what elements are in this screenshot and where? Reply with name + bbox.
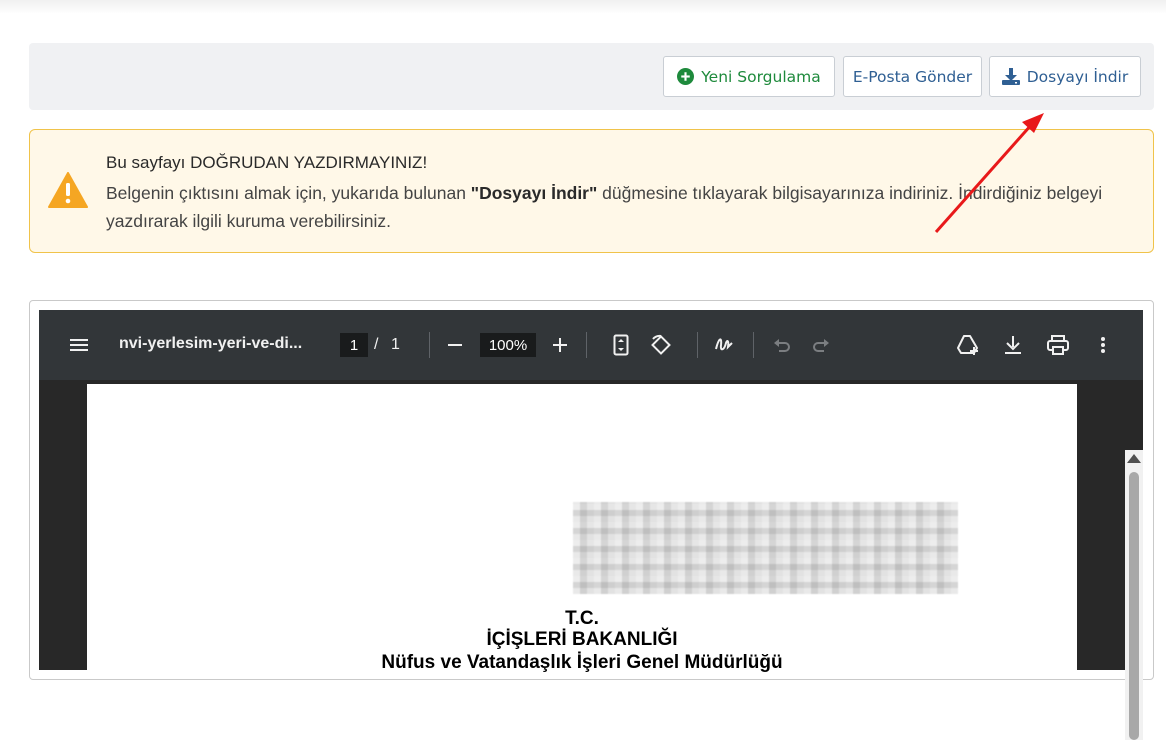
download-file-label: Dosyayı İndir <box>1026 67 1129 86</box>
new-query-label: Yeni Sorgulama <box>701 67 821 86</box>
toolbar-divider <box>429 332 430 358</box>
page-number-input[interactable]: 1 <box>340 333 368 357</box>
more-icon[interactable] <box>1093 334 1113 356</box>
zoom-in-icon[interactable] <box>549 335 571 355</box>
draw-icon[interactable] <box>713 334 737 356</box>
print-icon[interactable] <box>1046 334 1070 356</box>
plus-circle-icon <box>677 68 695 85</box>
rotate-icon[interactable] <box>649 334 673 356</box>
menu-icon[interactable] <box>67 335 91 355</box>
doc-heading-tc: T.C. <box>565 608 599 629</box>
doc-heading-ministry: İÇİŞLERİ BAKANLIĞI <box>486 629 678 650</box>
toolbar-divider <box>586 332 587 358</box>
action-bar: Yeni Sorgulama E-Posta Gönder Dosyayı İn… <box>29 43 1154 110</box>
top-shadow <box>0 0 1166 14</box>
doc-heading-directorate: Nüfus ve Vatandaşlık İşleri Genel Müdürl… <box>381 652 783 673</box>
alert-bold-text: "Dosyayı İndir" <box>470 183 598 203</box>
download-icon[interactable] <box>1002 334 1024 356</box>
send-email-button[interactable]: E-Posta Gönder <box>843 56 982 97</box>
zoom-out-icon[interactable] <box>444 335 466 355</box>
toolbar-divider <box>697 332 698 358</box>
pdf-toolbar: nvi-yerlesim-yeri-ve-di... 1 / 1 100% <box>39 310 1143 380</box>
warning-icon <box>48 172 88 212</box>
send-email-label: E-Posta Gönder <box>852 67 973 86</box>
alert-message: Belgenin çıktısını almak için, yukarıda … <box>106 183 1103 231</box>
warning-alert: Bu sayfayı DOĞRUDAN YAZDIRMAYINIZ! Belge… <box>29 129 1154 253</box>
undo-icon[interactable] <box>771 335 793 355</box>
download-file-button[interactable]: Dosyayı İndir <box>989 56 1141 97</box>
fit-page-icon[interactable] <box>610 334 632 356</box>
pdf-filename: nvi-yerlesim-yeri-ve-di... <box>119 335 303 352</box>
scrollbar-thumb[interactable] <box>1129 472 1139 740</box>
drive-icon[interactable] <box>956 334 980 356</box>
page-total: 1 <box>391 336 400 353</box>
pdf-viewer: nvi-yerlesim-yeri-ve-di... 1 / 1 100% T.… <box>39 310 1143 740</box>
pdf-page: T.C. İÇİŞLERİ BAKANLIĞI Nüfus ve Vatanda… <box>87 384 1077 674</box>
download-icon <box>1001 68 1020 85</box>
toolbar-divider <box>753 332 754 358</box>
page-separator: / <box>374 336 379 353</box>
zoom-level-input[interactable]: 100% <box>480 333 536 357</box>
scroll-up-icon[interactable] <box>1127 454 1141 463</box>
qr-code-blurred <box>573 502 958 594</box>
alert-title: Bu sayfayı DOĞRUDAN YAZDIRMAYINIZ! <box>106 153 428 172</box>
redo-icon[interactable] <box>810 335 832 355</box>
new-query-button[interactable]: Yeni Sorgulama <box>663 56 835 97</box>
pdf-document-area: T.C. İÇİŞLERİ BAKANLIĞI Nüfus ve Vatanda… <box>39 380 1143 740</box>
